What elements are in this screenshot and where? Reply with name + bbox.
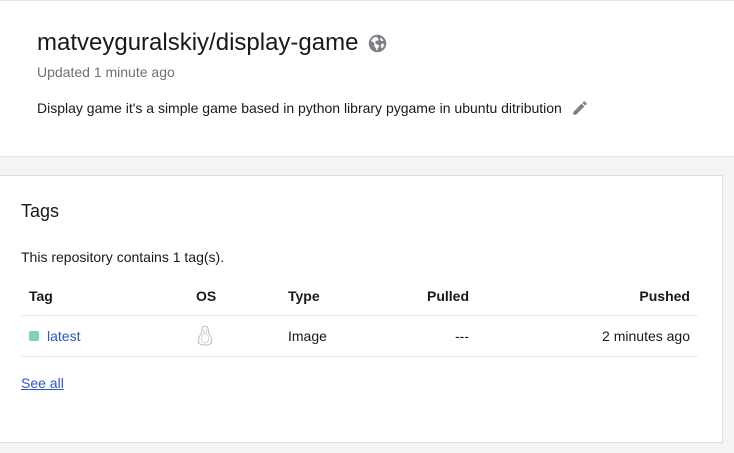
description-row: Display game it's a simple game based in… xyxy=(37,98,589,118)
repository-title-row: matveyguralskiy/display-game xyxy=(37,28,388,58)
column-header-tag: Tag xyxy=(29,288,53,304)
tag-status-dot xyxy=(29,331,39,341)
repository-title: matveyguralskiy/display-game xyxy=(37,29,359,56)
tags-count-text: This repository contains 1 tag(s). xyxy=(21,249,225,265)
last-updated-text: Updated 1 minute ago xyxy=(37,64,175,80)
tags-card: Tags This repository contains 1 tag(s). … xyxy=(0,175,723,443)
column-header-type: Type xyxy=(288,288,320,304)
tags-heading: Tags xyxy=(21,201,60,221)
pencil-icon[interactable] xyxy=(571,99,589,117)
tag-type: Image xyxy=(288,328,327,344)
table-row: latest Image --- 2 minutes ago xyxy=(21,316,698,357)
globe-icon xyxy=(367,33,388,54)
column-header-pushed: Pushed xyxy=(639,288,690,304)
tag-name[interactable]: latest xyxy=(47,327,80,345)
tag-link-latest[interactable]: latest xyxy=(29,327,80,345)
tag-pulled: --- xyxy=(455,328,469,344)
linux-icon xyxy=(197,325,213,347)
repository-header: matveyguralskiy/display-game Updated 1 m… xyxy=(0,0,734,157)
column-header-pulled: Pulled xyxy=(426,288,469,304)
column-header-os: OS xyxy=(196,288,217,304)
tag-pushed: 2 minutes ago xyxy=(602,328,690,344)
see-all-link[interactable]: See all xyxy=(21,374,64,392)
tags-table-header: Tag OS Type Pulled Pushed xyxy=(21,276,698,316)
tags-table: Tag OS Type Pulled Pushed latest Image -… xyxy=(21,276,698,357)
repository-description: Display game it's a simple game based in… xyxy=(37,100,562,116)
